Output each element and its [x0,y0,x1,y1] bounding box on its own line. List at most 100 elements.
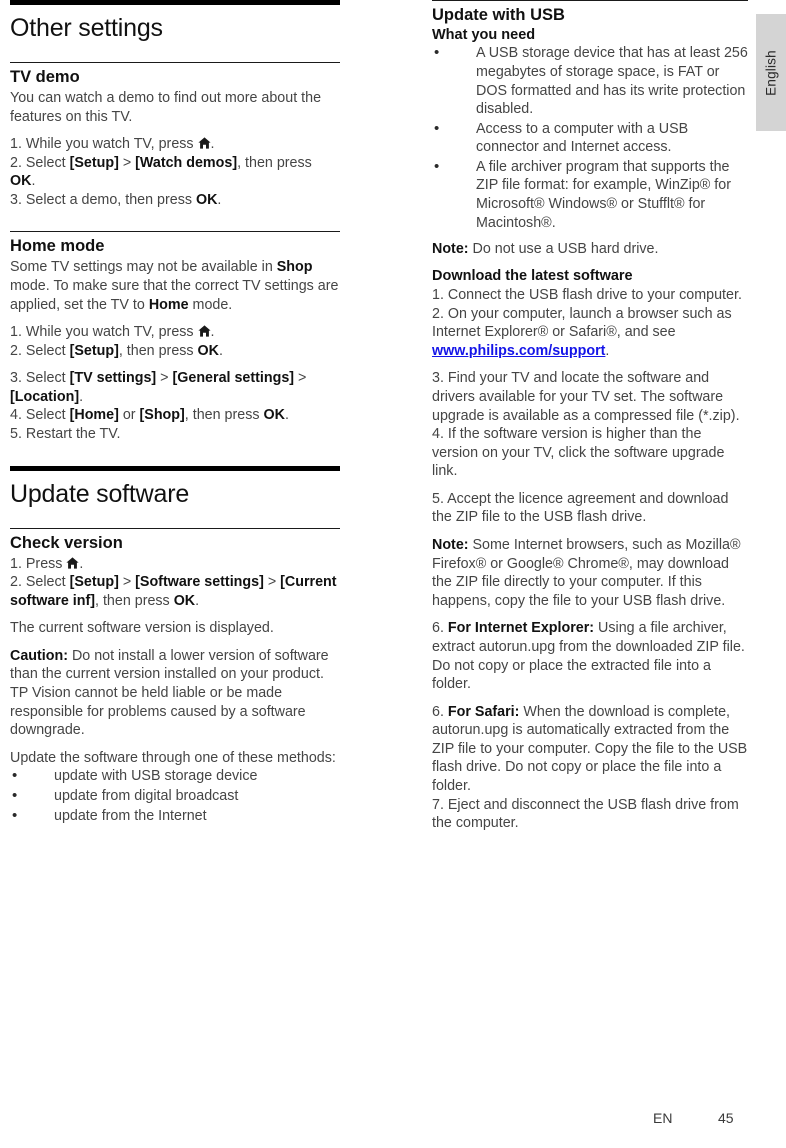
hm-step3-end: . [79,388,84,405]
chapter-top-rule [10,0,340,5]
tv-demo-intro: You can watch a demo to find out more ab… [10,89,322,125]
dl-step1: 1. Connect the USB flash drive to your c… [432,287,742,304]
step-6-internet-explorer: 6. For Internet Explorer: Using a file a… [432,619,748,693]
menu-general-settings: [General settings] [172,370,295,387]
hm-step3-a: 3. Select [10,370,70,387]
section-rule-home-mode [10,231,340,233]
hm-step5: 5. Restart the TV. [10,426,121,443]
home-icon [197,325,211,337]
key-ok-5: OK [173,592,196,609]
dl-step2-b: . [605,342,610,359]
list-item: A USB storage device that has at least 2… [432,43,748,118]
gt-2: > [156,370,173,387]
label-for-internet-explorer: For Internet Explorer: [447,620,595,637]
tv-demo-step3-a: 3. Select a demo, then press [10,191,196,208]
left-column: Other settings TV demo You can watch a d… [10,0,340,826]
home-mode-steps-3-5: 3. Select [TV settings] > [General setti… [10,369,340,443]
chapter-title-other-settings: Other settings [10,14,163,42]
note-text-1: Do not use a USB hard drive. [468,241,659,258]
hm-step1-a: 1. While you watch TV, press [10,324,198,341]
tv-demo-step2-a: 2. Select [10,154,70,171]
update-methods-list: update with USB storage device update fr… [10,766,340,826]
section-heading-check-version: Check version [10,533,123,552]
key-ok-2: OK [195,191,218,208]
tv-demo-step3-b: . [217,191,222,208]
home-mode-a: Some TV settings may not be available in [10,259,277,276]
menu-software-settings: [Software settings] [135,574,264,591]
subheading-download-latest-software: Download the latest software [432,267,633,284]
philips-support-link[interactable]: www.philips.com/support [432,343,605,359]
step6-safari-num: 6. [432,703,448,720]
chapter-rule-update-software [10,465,340,471]
current-version-displayed: The current software version is displaye… [10,620,274,637]
section-heading-home-mode: Home mode [10,237,105,256]
hm-step2-a: 2. Select [10,342,70,359]
chapter-title-update-software: Update software [10,479,190,508]
cv-step1-a: 1. Press [10,555,67,572]
check-version-steps: 1. Press . 2. Select [Setup] > [Software… [10,555,340,611]
list-item: update from the Internet [10,806,340,826]
cv-step2-b: , then press [95,592,174,609]
hm-step2-c: . [219,342,223,359]
page-footer: EN 45 [0,1110,786,1130]
hm-step4-a: 4. Select [10,407,70,424]
gt-1: > [118,154,136,171]
section-heading-update-with-usb: Update with USB [432,6,565,24]
tv-demo-steps: 1. While you watch TV, press . 2. Select… [10,135,340,209]
section-rule-update-with-usb [432,0,748,1]
right-column: Update with USB What you need A USB stor… [432,0,748,842]
subheading-what-you-need: What you need [432,26,536,43]
hm-step4-b: , then press [184,407,264,424]
caution-label: Caution: [10,647,68,664]
dl-step3: 3. Find your TV and locate the software … [432,370,740,424]
tv-demo-step2-c: , then press [237,154,312,171]
menu-setup: [Setup] [69,154,119,171]
key-ok-1: OK [10,173,32,190]
menu-watch-demos: [Watch demos] [135,154,238,171]
gt-5: > [263,574,281,591]
note-label-1: Note: [432,241,469,258]
caution-paragraph: Caution: Do not install a lower version … [10,647,340,740]
download-steps-1-2: 1. Connect the USB flash drive to your c… [432,286,748,360]
mode-home: Home [148,296,189,313]
mode-shop: Shop [276,259,313,276]
menu-home: [Home] [69,407,119,424]
manual-page: Other settings TV demo You can watch a d… [0,0,786,1148]
hm-step2-b: , then press [118,342,198,359]
dl-step4: 4. If the software version is higher tha… [432,426,725,480]
list-item: update from digital broadcast [10,786,340,806]
hm-step4-or: or [118,407,140,424]
footer-page-number: 45 [718,1110,734,1126]
tv-demo-step2-d: . [31,173,36,190]
language-side-tab: English [756,14,786,131]
step7: 7. Eject and disconnect the USB flash dr… [432,796,739,832]
list-item: Access to a computer with a USB connecto… [432,119,748,157]
list-item: A file archiver program that supports th… [432,157,748,232]
language-tab-label: English [763,49,779,96]
key-ok-3: OK [197,342,219,359]
note-usb-hard-drive: Note: Do not use a USB hard drive. [432,240,748,259]
home-mode-intro: Some TV settings may not be available in… [10,258,340,314]
hm-step4-c: . [284,407,289,424]
menu-shop: [Shop] [139,407,185,424]
tv-demo-step1-end: . [210,136,215,153]
home-mode-c: mode. [188,296,233,313]
key-ok-4: OK [263,407,285,424]
menu-setup-2: [Setup] [69,342,119,359]
section-rule-check-version [10,527,340,529]
step6-ie-num: 6. [432,620,448,637]
cv-step2-c: . [195,592,200,609]
step-6-safari: 6. For Safari: When the download is comp… [432,703,748,833]
label-for-safari: For Safari: [447,703,520,720]
requirements-list: A USB storage device that has at least 2… [432,43,748,232]
download-step-5: 5. Accept the licence agreement and down… [432,490,729,526]
menu-location: [Location] [10,388,80,405]
dl-step2-a: 2. On your computer, launch a browser su… [432,305,732,341]
menu-setup-3: [Setup] [69,574,119,591]
home-icon [66,556,80,569]
footer-language-code: EN [653,1110,673,1126]
note-label-2: Note: [432,537,469,554]
list-item: update with USB storage device [10,766,340,786]
home-mode-steps-1-2: 1. While you watch TV, press . 2. Select… [10,323,340,360]
note-browsers: Note: Some Internet browsers, such as Mo… [432,536,748,610]
